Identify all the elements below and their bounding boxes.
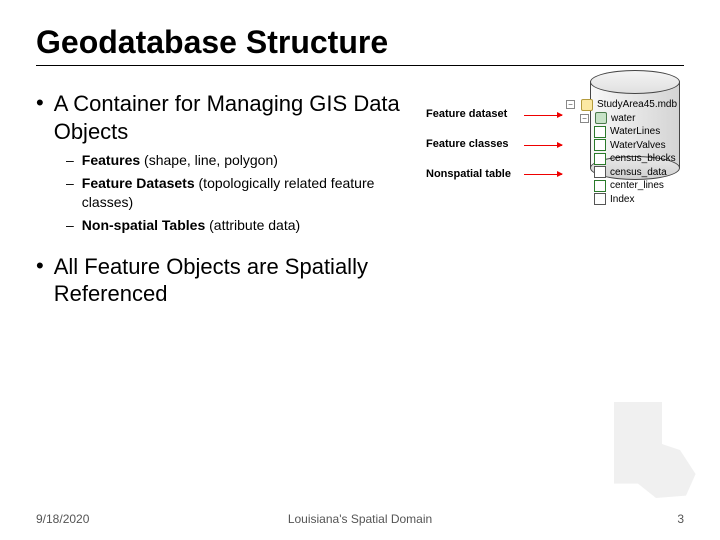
footer-page-number: 3	[677, 512, 684, 526]
bullet-l1-1-text: A Container for Managing GIS Data Object…	[54, 90, 416, 145]
label-nonspatial-table: Nonspatial table	[426, 168, 536, 180]
tree-item: WaterValves	[594, 139, 677, 153]
arrow-icon	[524, 145, 562, 146]
sub-bullet-3-text: Non-spatial Tables (attribute data)	[82, 216, 300, 235]
table-icon	[594, 193, 606, 205]
dash-icon: –	[66, 151, 74, 170]
arrow-icon	[524, 115, 562, 116]
tree-root: − StudyArea45.mdb	[566, 98, 677, 112]
tree-item: center_lines	[594, 179, 677, 193]
sub-bullet-2: – Feature Datasets (topologically relate…	[66, 174, 416, 212]
table-icon	[594, 166, 606, 178]
tree-item: census_data	[594, 166, 677, 180]
feature-class-icon	[594, 153, 606, 165]
dash-icon: –	[66, 216, 74, 235]
arrow-icon	[524, 174, 562, 175]
footer: 9/18/2020 Louisiana's Spatial Domain 3	[36, 512, 684, 526]
content-row: • A Container for Managing GIS Data Obje…	[36, 90, 684, 314]
expander-icon: −	[566, 100, 575, 109]
louisiana-watermark-icon	[590, 390, 710, 510]
bullet-l1-2-text: All Feature Objects are Spatially Refere…	[54, 253, 416, 308]
tree-item: Index	[594, 193, 677, 207]
tree-item-label: center_lines	[610, 179, 664, 193]
sub-bullet-1-text: Features (shape, line, polygon)	[82, 151, 278, 170]
sub-bullet-2-text: Feature Datasets (topologically related …	[82, 174, 416, 212]
geodatabase-icon	[581, 99, 593, 111]
sub-bullet-1: – Features (shape, line, polygon)	[66, 151, 416, 170]
tree-item-label: WaterLines	[610, 125, 660, 139]
footer-date: 9/18/2020	[36, 512, 89, 526]
tree-dataset: − water	[580, 112, 677, 126]
dash-icon: –	[66, 174, 74, 212]
sub-bullet-3: – Non-spatial Tables (attribute data)	[66, 216, 416, 235]
left-column: • A Container for Managing GIS Data Obje…	[36, 90, 416, 314]
diagram: Feature dataset Feature classes Nonspati…	[426, 90, 684, 270]
bullet-dot-icon: •	[36, 253, 44, 308]
slide-title: Geodatabase Structure	[36, 24, 684, 66]
tree-item-label: Index	[610, 193, 634, 207]
tree-view: − StudyArea45.mdb − water WaterLines Wat…	[566, 98, 677, 206]
feature-class-icon	[594, 180, 606, 192]
sub-bullet-1-rest: (shape, line, polygon)	[140, 152, 278, 168]
slide: Geodatabase Structure • A Container for …	[0, 0, 720, 540]
tree-item: WaterLines	[594, 125, 677, 139]
tree-item: census_blocks	[594, 152, 677, 166]
bullet-dot-icon: •	[36, 90, 44, 145]
bullet-l1-1: • A Container for Managing GIS Data Obje…	[36, 90, 416, 145]
sub-bullet-3-bold: Non-spatial Tables	[82, 217, 205, 233]
sub-bullet-3-rest: (attribute data)	[205, 217, 300, 233]
tree-dataset-label: water	[611, 112, 635, 126]
label-feature-classes: Feature classes	[426, 138, 536, 150]
diagram-labels: Feature dataset Feature classes Nonspati…	[426, 108, 536, 198]
sub-bullet-list: – Features (shape, line, polygon) – Feat…	[66, 151, 416, 235]
tree-item-label: census_data	[610, 166, 667, 180]
expander-icon: −	[580, 114, 589, 123]
tree-root-label: StudyArea45.mdb	[597, 98, 677, 112]
feature-class-icon	[594, 126, 606, 138]
feature-dataset-icon	[595, 112, 607, 124]
tree-item-label: census_blocks	[610, 152, 676, 166]
label-feature-dataset: Feature dataset	[426, 108, 536, 120]
sub-bullet-1-bold: Features	[82, 152, 140, 168]
bullet-l1-2: • All Feature Objects are Spatially Refe…	[36, 253, 416, 308]
tree-item-label: WaterValves	[610, 139, 666, 153]
feature-class-icon	[594, 139, 606, 151]
sub-bullet-2-bold: Feature Datasets	[82, 175, 195, 191]
footer-title: Louisiana's Spatial Domain	[288, 512, 432, 526]
